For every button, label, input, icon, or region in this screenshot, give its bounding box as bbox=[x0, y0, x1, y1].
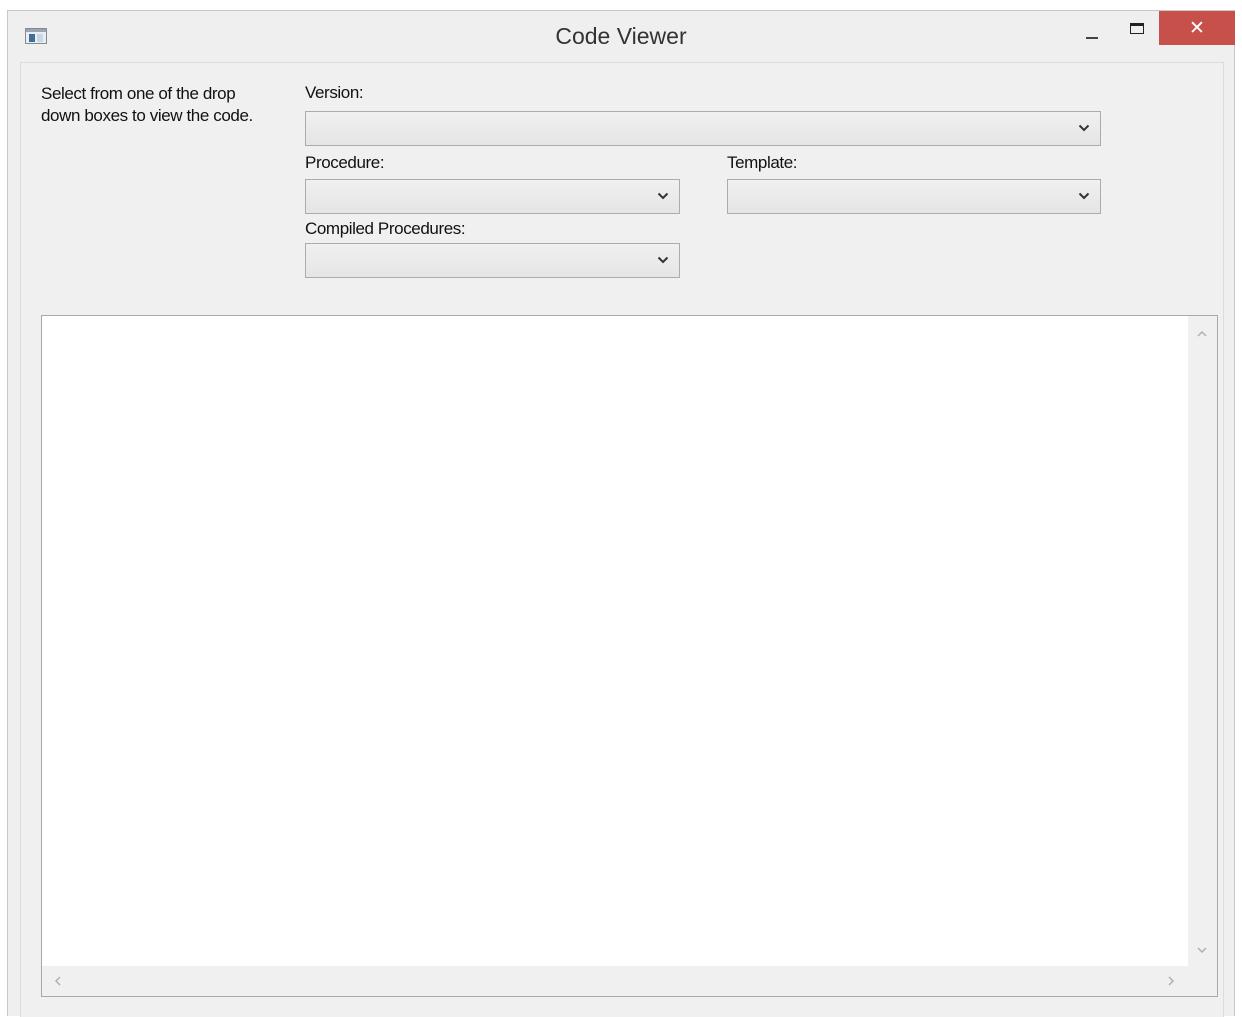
version-dropdown[interactable] bbox=[305, 111, 1101, 146]
procedure-dropdown[interactable] bbox=[305, 179, 680, 214]
template-label: Template: bbox=[727, 153, 798, 172]
close-button[interactable]: ✕ bbox=[1159, 11, 1235, 45]
chevron-down-icon bbox=[1078, 124, 1090, 132]
maximize-button[interactable] bbox=[1116, 11, 1160, 45]
vertical-scrollbar[interactable] bbox=[1188, 316, 1217, 966]
scrollbar-corner bbox=[1188, 966, 1217, 996]
instructions-line-1: Select from one of the drop bbox=[41, 84, 236, 103]
horizontal-scrollbar[interactable] bbox=[42, 966, 1188, 996]
title-bar[interactable]: Code Viewer ✕ bbox=[8, 11, 1235, 61]
instructions-line-2: down boxes to view the code. bbox=[41, 106, 253, 125]
chevron-down-icon bbox=[657, 192, 669, 200]
window-title: Code Viewer bbox=[555, 23, 687, 49]
minimize-button[interactable] bbox=[1070, 11, 1116, 45]
template-dropdown[interactable] bbox=[727, 179, 1101, 214]
scroll-right-arrow-icon[interactable] bbox=[1165, 975, 1177, 987]
version-label: Version: bbox=[305, 83, 364, 102]
scroll-up-arrow-icon[interactable] bbox=[1196, 328, 1208, 340]
procedure-label: Procedure: bbox=[305, 153, 385, 172]
code-viewer-window: Code Viewer ✕ Select from one of the dro… bbox=[7, 10, 1235, 1017]
compiled-procedures-dropdown[interactable] bbox=[305, 243, 680, 278]
chevron-down-icon bbox=[657, 256, 669, 264]
instructions-text: Select from one of the drop down boxes t… bbox=[41, 83, 253, 127]
compiled-procedures-label: Compiled Procedures: bbox=[305, 219, 466, 238]
code-text-area[interactable] bbox=[41, 315, 1218, 997]
chevron-down-icon bbox=[1078, 192, 1090, 200]
scroll-down-arrow-icon[interactable] bbox=[1196, 944, 1208, 956]
minimize-icon bbox=[1086, 37, 1098, 39]
scroll-left-arrow-icon[interactable] bbox=[52, 975, 64, 987]
form-client-area: Select from one of the drop down boxes t… bbox=[20, 62, 1224, 1017]
maximize-icon bbox=[1130, 23, 1144, 34]
close-icon: ✕ bbox=[1189, 18, 1205, 39]
